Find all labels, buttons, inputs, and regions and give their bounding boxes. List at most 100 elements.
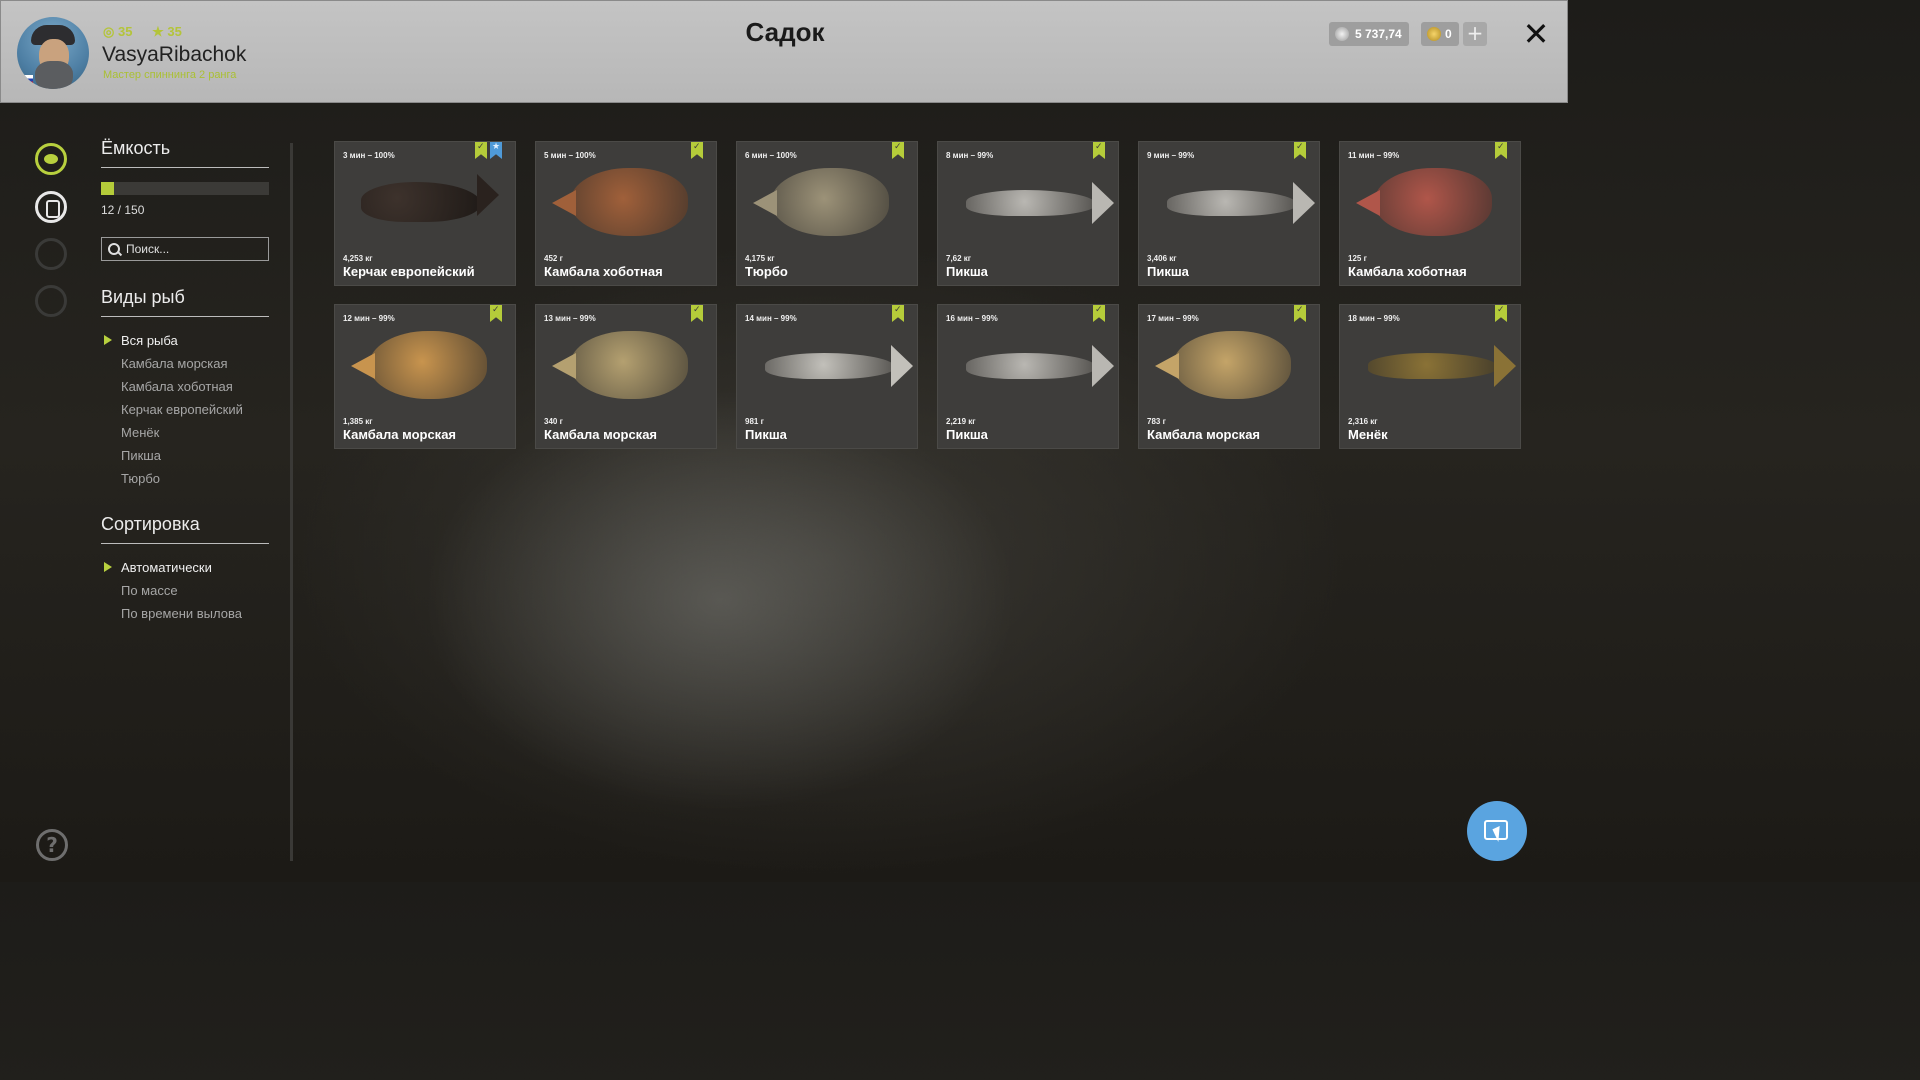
add-currency-button[interactable]: + [1463, 22, 1487, 46]
fish-weight: 7,62 кг [946, 254, 972, 263]
fish-weight: 452 г [544, 254, 563, 263]
fish-card[interactable]: 18 мин – 99% 2,316 кгМенёк [1339, 304, 1521, 449]
checkmark-bookmark-icon[interactable] [1294, 305, 1306, 322]
checkmark-bookmark-icon[interactable] [475, 142, 487, 159]
fish-image [552, 331, 688, 399]
fish-name: Камбала морская [544, 427, 658, 442]
catch-time: 6 мин – 100% [745, 151, 797, 160]
species-filter-item[interactable]: Тюрбо [121, 467, 269, 490]
catch-time: 3 мин – 100% [343, 151, 395, 160]
capacity-count: 12 / 150 [101, 203, 145, 217]
help-button[interactable]: ? [36, 829, 68, 861]
checkmark-bookmark-icon[interactable] [1294, 142, 1306, 159]
fish-weight: 783 г [1147, 417, 1166, 426]
tent-icon[interactable] [35, 238, 67, 270]
fish-image [966, 345, 1114, 387]
fish-name: Пикша [745, 427, 787, 442]
sort-options-list: Автоматически По массе По времени вылова [101, 556, 269, 625]
fish-card[interactable]: 16 мин – 99% 2,219 кгПикша [937, 304, 1119, 449]
checkmark-bookmark-icon[interactable] [1093, 142, 1105, 159]
sort-option-item[interactable]: Автоматически [104, 556, 269, 579]
filter-panel: Ёмкость 12 / 150 Виды рыб Вся рыбаКамбал… [101, 138, 269, 625]
fish-card[interactable]: 8 мин – 99% 7,62 кгПикша [937, 141, 1119, 286]
checkmark-bookmark-icon[interactable] [1093, 305, 1105, 322]
checkmark-bookmark-icon[interactable] [691, 142, 703, 159]
fish-image [552, 168, 688, 236]
checkmark-bookmark-icon[interactable] [892, 142, 904, 159]
species-filter-item[interactable]: Камбала хоботная [121, 375, 269, 398]
header-bar: ◎ 35 ★ 35 VasyaRibachok Мастер спиннинга… [0, 0, 1568, 103]
fish-name: Тюрбо [745, 264, 788, 279]
sort-option-item[interactable]: По массе [121, 579, 269, 602]
fish-image [361, 174, 499, 222]
fish-card[interactable]: 14 мин – 99% 981 гПикша [736, 304, 918, 449]
search-field[interactable] [101, 237, 269, 261]
catch-time: 14 мин – 99% [745, 314, 797, 323]
fish-card[interactable]: 5 мин – 100% 452 гКамбала хоботная [535, 141, 717, 286]
gold-amount: 0 [1445, 27, 1452, 41]
checkmark-bookmark-icon[interactable] [490, 305, 502, 322]
cursor-mode-button[interactable] [1467, 801, 1527, 861]
russia-flag-icon [19, 75, 33, 85]
checkmark-bookmark-icon[interactable] [691, 305, 703, 322]
fish-weight: 1,385 кг [343, 417, 373, 426]
fish-name: Пикша [946, 427, 988, 442]
fish-card[interactable]: 12 мин – 99% 1,385 кгКамбала морская [334, 304, 516, 449]
fish-image [753, 168, 889, 236]
checkmark-bookmark-icon[interactable] [892, 305, 904, 322]
species-filter-item[interactable]: Вся рыба [104, 329, 269, 352]
fish-card[interactable]: 13 мин – 99% 340 гКамбала морская [535, 304, 717, 449]
fish-name: Менёк [1348, 427, 1388, 442]
sort-title: Сортировка [101, 514, 269, 544]
species-filter-item[interactable]: Менёк [121, 421, 269, 444]
fish-image [1356, 168, 1492, 236]
fish-card[interactable]: 3 мин – 100% 4,253 кгКерчак европейский [334, 141, 516, 286]
keepnet-fish-icon[interactable] [35, 143, 67, 175]
fish-weight: 340 г [544, 417, 563, 426]
catch-time: 8 мин – 99% [946, 151, 994, 160]
checkmark-bookmark-icon[interactable] [1495, 142, 1507, 159]
silver-balance: 5 737,74 [1329, 22, 1409, 46]
fish-weight: 981 г [745, 417, 764, 426]
player-rank: Мастер спиннинга 2 ранга [103, 69, 237, 81]
fish-name: Камбала морская [1147, 427, 1261, 442]
home-icon[interactable] [35, 285, 67, 317]
gold-balance: 0 [1421, 22, 1459, 46]
fish-card[interactable]: 6 мин – 100% 4,175 кгТюрбо [736, 141, 918, 286]
fish-weight: 4,175 кг [745, 254, 775, 263]
search-icon [108, 243, 120, 255]
species-filter-item[interactable]: Камбала морская [121, 352, 269, 375]
avatar-beard [35, 61, 73, 89]
species-filter-list: Вся рыба Камбала морская Камбала хоботная К… [101, 329, 269, 490]
fish-weight: 125 г [1348, 254, 1367, 263]
fish-image [966, 182, 1114, 224]
fish-image [351, 331, 487, 399]
capacity-progress-fill [101, 182, 115, 195]
fish-card[interactable]: 17 мин – 99% 783 гКамбала морская [1138, 304, 1320, 449]
fish-name: Пикша [1147, 264, 1189, 279]
fish-weight: 2,316 кг [1348, 417, 1378, 426]
fish-image [1368, 345, 1516, 387]
silver-amount: 5 737,74 [1355, 27, 1402, 41]
fish-name: Керчак европейский [343, 264, 475, 279]
search-input[interactable] [126, 242, 256, 256]
fish-image [1167, 182, 1315, 224]
fish-card[interactable]: 9 мин – 99% 3,406 кгПикша [1138, 141, 1320, 286]
fish-image [1155, 331, 1291, 399]
trophy-bookmark-icon [490, 142, 502, 159]
capacity-progress-bar [101, 182, 269, 195]
close-button[interactable]: ✕ [1522, 17, 1550, 51]
checkmark-bookmark-icon[interactable] [1495, 305, 1507, 322]
fish-card[interactable]: 11 мин – 99% 125 гКамбала хоботная [1339, 141, 1521, 286]
species-filter-item[interactable]: Керчак европейский [121, 398, 269, 421]
fish-weight: 3,406 кг [1147, 254, 1177, 263]
fish-name: Пикша [946, 264, 988, 279]
species-filter-item[interactable]: Пикша [121, 444, 269, 467]
catch-time: 13 мин – 99% [544, 314, 596, 323]
fish-image [765, 345, 913, 387]
fish-name: Камбала хоботная [1348, 264, 1467, 279]
sort-option-item[interactable]: По времени вылова [121, 602, 269, 625]
catch-time: 11 мин – 99% [1348, 151, 1400, 160]
species-title: Виды рыб [101, 287, 269, 317]
inventory-bag-icon[interactable] [35, 191, 67, 223]
